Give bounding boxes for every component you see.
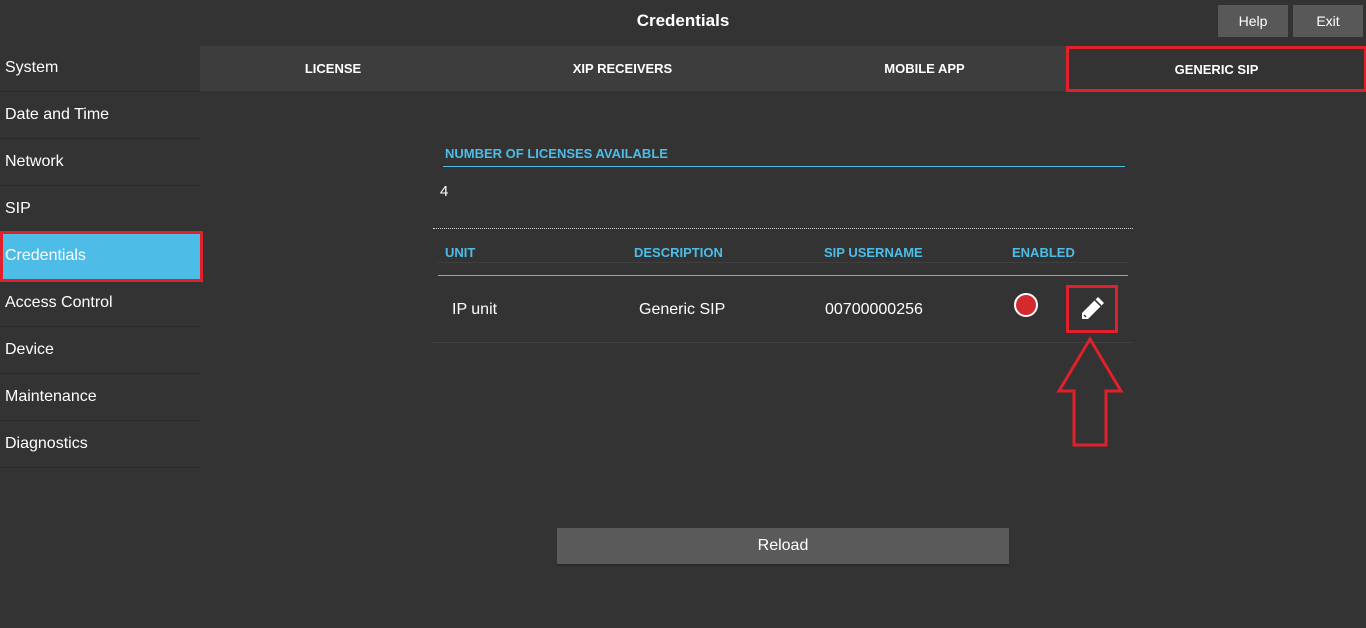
enabled-status-dot [1014,293,1038,317]
tab-generic-sip[interactable]: GENERIC SIP [1066,46,1366,92]
sidebar-item-device[interactable]: Device [0,327,200,374]
licenses-label-underline [443,166,1125,167]
page-title: Credentials [636,11,730,30]
sidebar-item-label: Diagnostics [5,435,88,452]
sidebar-item-label: Device [5,341,54,358]
tab-xip-receivers[interactable]: XIP RECEIVERS [490,46,755,91]
sidebar-item-label: Maintenance [5,388,97,405]
licenses-available-value: 4 [440,183,449,200]
tab-license[interactable]: LICENSE [200,46,466,91]
header-underline [438,275,1128,276]
column-header-description: DESCRIPTION [634,245,723,260]
help-button[interactable]: Help [1218,5,1288,37]
cell-description: Generic SIP [639,301,726,318]
sidebar-item-access-control[interactable]: Access Control [0,280,200,327]
column-header-sip-username: SIP USERNAME [824,245,923,260]
sidebar-item-label: SIP [5,200,31,217]
section-divider [433,228,1133,229]
column-header-unit: UNIT [445,245,476,260]
up-arrow-annotation-icon [1056,336,1124,447]
top-bar: Credentials Help Exit [0,0,1366,44]
sidebar-item-label: Network [5,153,64,170]
sidebar: System Date and Time Network SIP Credent… [0,45,203,468]
sidebar-item-network[interactable]: Network [0,139,200,186]
column-header-enabled: ENABLED [1012,245,1075,260]
sidebar-item-credentials[interactable]: Credentials [0,231,203,282]
sidebar-item-label: System [5,59,59,76]
exit-button[interactable]: Exit [1293,5,1363,37]
sidebar-item-diagnostics[interactable]: Diagnostics [0,421,200,468]
header-divider [438,262,1128,263]
cell-sip-username: 00700000256 [825,301,923,318]
edit-button[interactable] [1066,285,1118,333]
cell-unit: IP unit [452,301,498,318]
reload-button[interactable]: Reload [557,528,1009,566]
sidebar-item-maintenance[interactable]: Maintenance [0,374,200,421]
sidebar-item-system[interactable]: System [0,45,200,92]
sidebar-item-sip[interactable]: SIP [0,186,200,233]
sidebar-item-date-and-time[interactable]: Date and Time [0,92,200,139]
tab-mobile-app[interactable]: MOBILE APP [792,46,1057,91]
row-divider [433,342,1133,343]
sidebar-item-label: Credentials [5,247,86,264]
tab-bar: LICENSE XIP RECEIVERS MOBILE APP GENERIC… [200,46,1366,92]
licenses-available-label: NUMBER OF LICENSES AVAILABLE [445,146,668,161]
sidebar-item-label: Access Control [5,294,113,311]
sidebar-item-label: Date and Time [5,106,110,123]
pencil-icon [1082,297,1104,319]
